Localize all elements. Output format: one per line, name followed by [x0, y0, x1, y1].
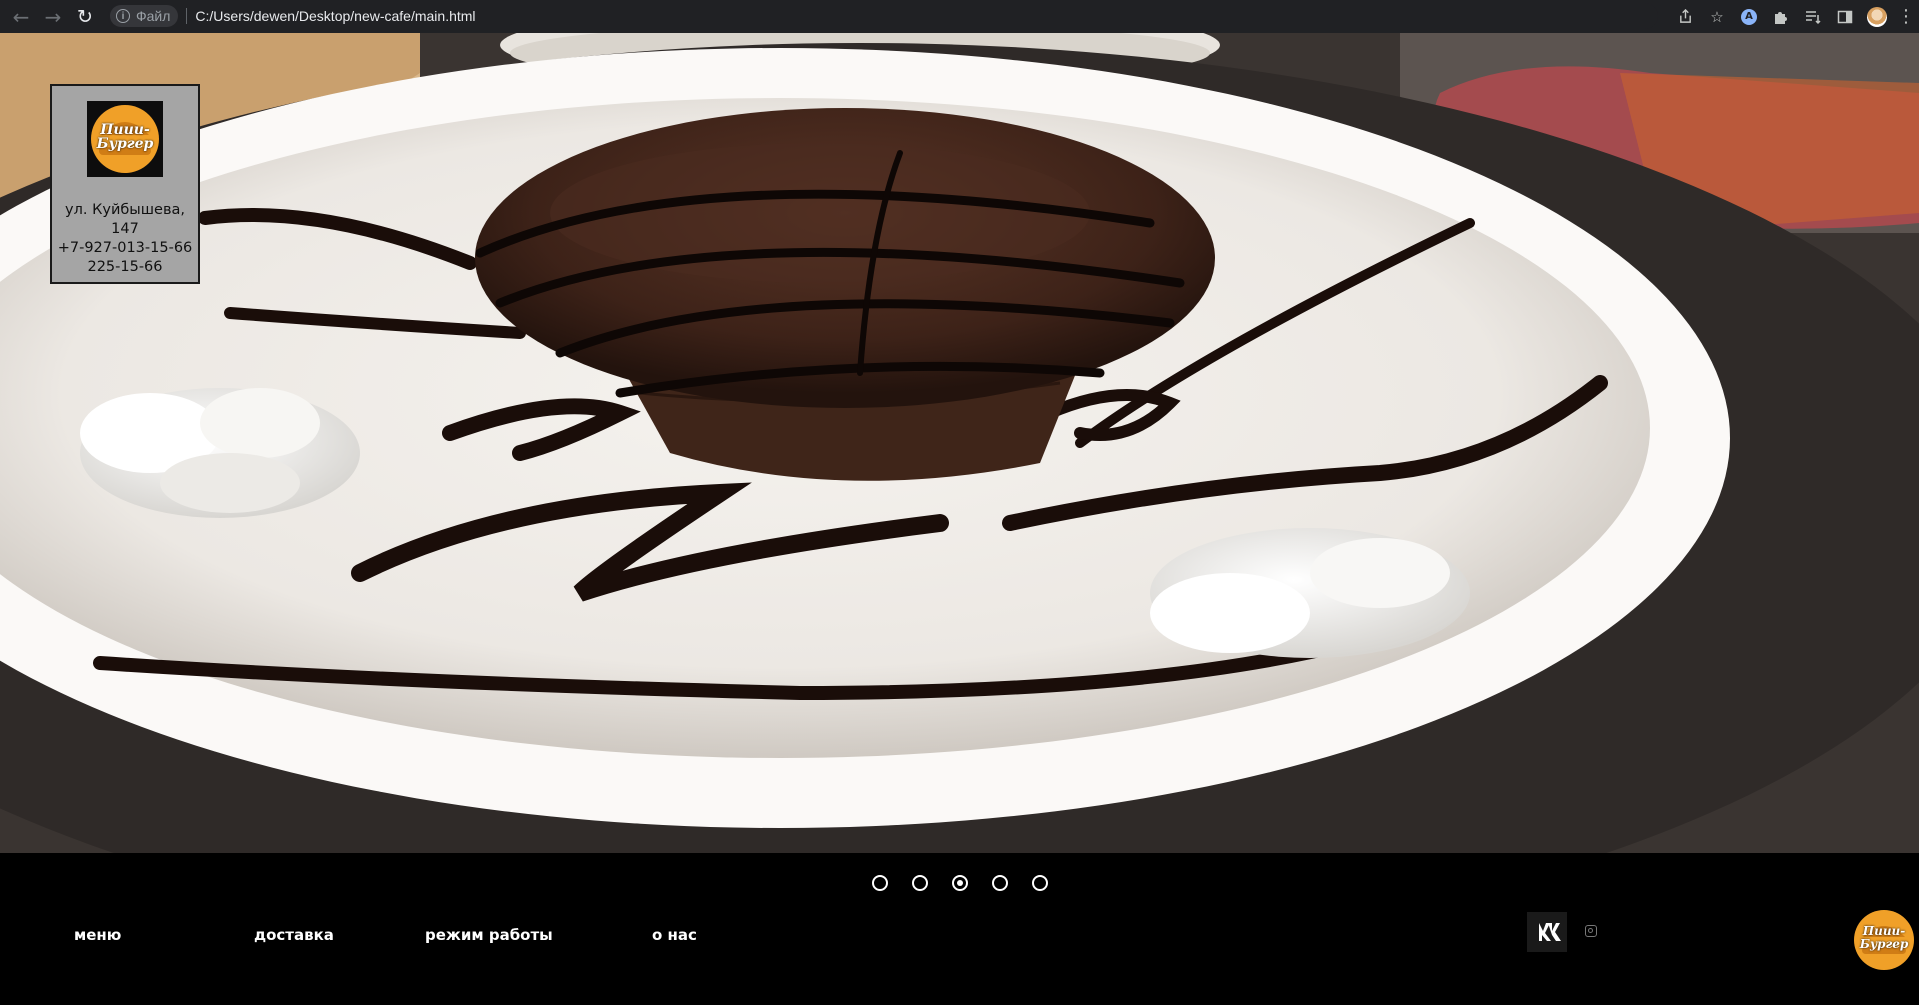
- logo-text-bottom: Бургер: [96, 136, 154, 152]
- extensions-puzzle-icon[interactable]: [1765, 0, 1797, 33]
- phone-landline[interactable]: 225-15-66: [52, 258, 198, 277]
- footer-logo[interactable]: Пиии- Бургер: [1853, 909, 1915, 971]
- omnibox-separator: [186, 8, 188, 24]
- slider-dot-2[interactable]: [912, 875, 928, 891]
- security-label: Файл: [136, 8, 171, 24]
- slider-dot-3[interactable]: [952, 875, 968, 891]
- address-line-1: ул. Куйбышева,: [65, 202, 185, 218]
- forward-icon[interactable]: →: [40, 4, 66, 30]
- logo-text-top: Пиии-: [100, 122, 150, 138]
- info-icon: i: [116, 9, 130, 23]
- nav-link-about[interactable]: о нас: [652, 926, 697, 944]
- reading-list-icon[interactable]: [1797, 0, 1829, 33]
- url-text[interactable]: C:/Users/dewen/Desktop/new-cafe/main.htm…: [195, 8, 475, 24]
- slider-pagination: [872, 875, 1072, 891]
- kebab-menu-icon[interactable]: ⋮: [1893, 0, 1919, 33]
- nav-link-delivery[interactable]: доставка: [254, 926, 334, 944]
- vk-link[interactable]: [1527, 912, 1567, 952]
- slider-dot-1[interactable]: [872, 875, 888, 891]
- slider-dot-4[interactable]: [992, 875, 1008, 891]
- dessert-photo: [0, 33, 1919, 853]
- reload-icon[interactable]: ↻: [72, 4, 98, 30]
- site-info-button[interactable]: i Файл: [110, 5, 179, 27]
- toolbar-actions: ☆ A ⋮: [1669, 0, 1919, 33]
- browser-toolbar: ← → ↻ i Файл C:/Users/dewen/Desktop/new-…: [0, 0, 1919, 33]
- footer-logo-text-bottom: Бургер: [1859, 937, 1909, 951]
- nav-link-menu[interactable]: меню: [74, 926, 121, 944]
- contact-details: ул. Куйбышева, 147 +7-927-013-15-66 225-…: [52, 201, 198, 277]
- vk-icon: [1535, 923, 1561, 941]
- slider-dot-5[interactable]: [1032, 875, 1048, 891]
- instagram-icon[interactable]: [1585, 925, 1597, 937]
- hero-slide-image: [0, 33, 1919, 853]
- cafe-logo[interactable]: Пиии- Бургер: [87, 101, 163, 177]
- side-panel-icon[interactable]: [1829, 0, 1861, 33]
- phone-mobile[interactable]: +7-927-013-15-66: [52, 239, 198, 258]
- contact-card: Пиии- Бургер ул. Куйбышева, 147 +7-927-0…: [50, 84, 200, 284]
- address-line-2: 147: [111, 221, 139, 237]
- extension-a-icon[interactable]: A: [1733, 0, 1765, 33]
- footer-bar: меню доставка режим работы о нас Пиии- Б…: [0, 853, 1919, 1005]
- nav-link-hours[interactable]: режим работы: [425, 926, 553, 944]
- back-icon[interactable]: ←: [8, 4, 34, 30]
- profile-avatar[interactable]: [1861, 0, 1893, 33]
- address-bar[interactable]: i Файл C:/Users/dewen/Desktop/new-cafe/m…: [108, 3, 1658, 29]
- share-icon[interactable]: [1669, 0, 1701, 33]
- bookmark-star-icon[interactable]: ☆: [1701, 0, 1733, 33]
